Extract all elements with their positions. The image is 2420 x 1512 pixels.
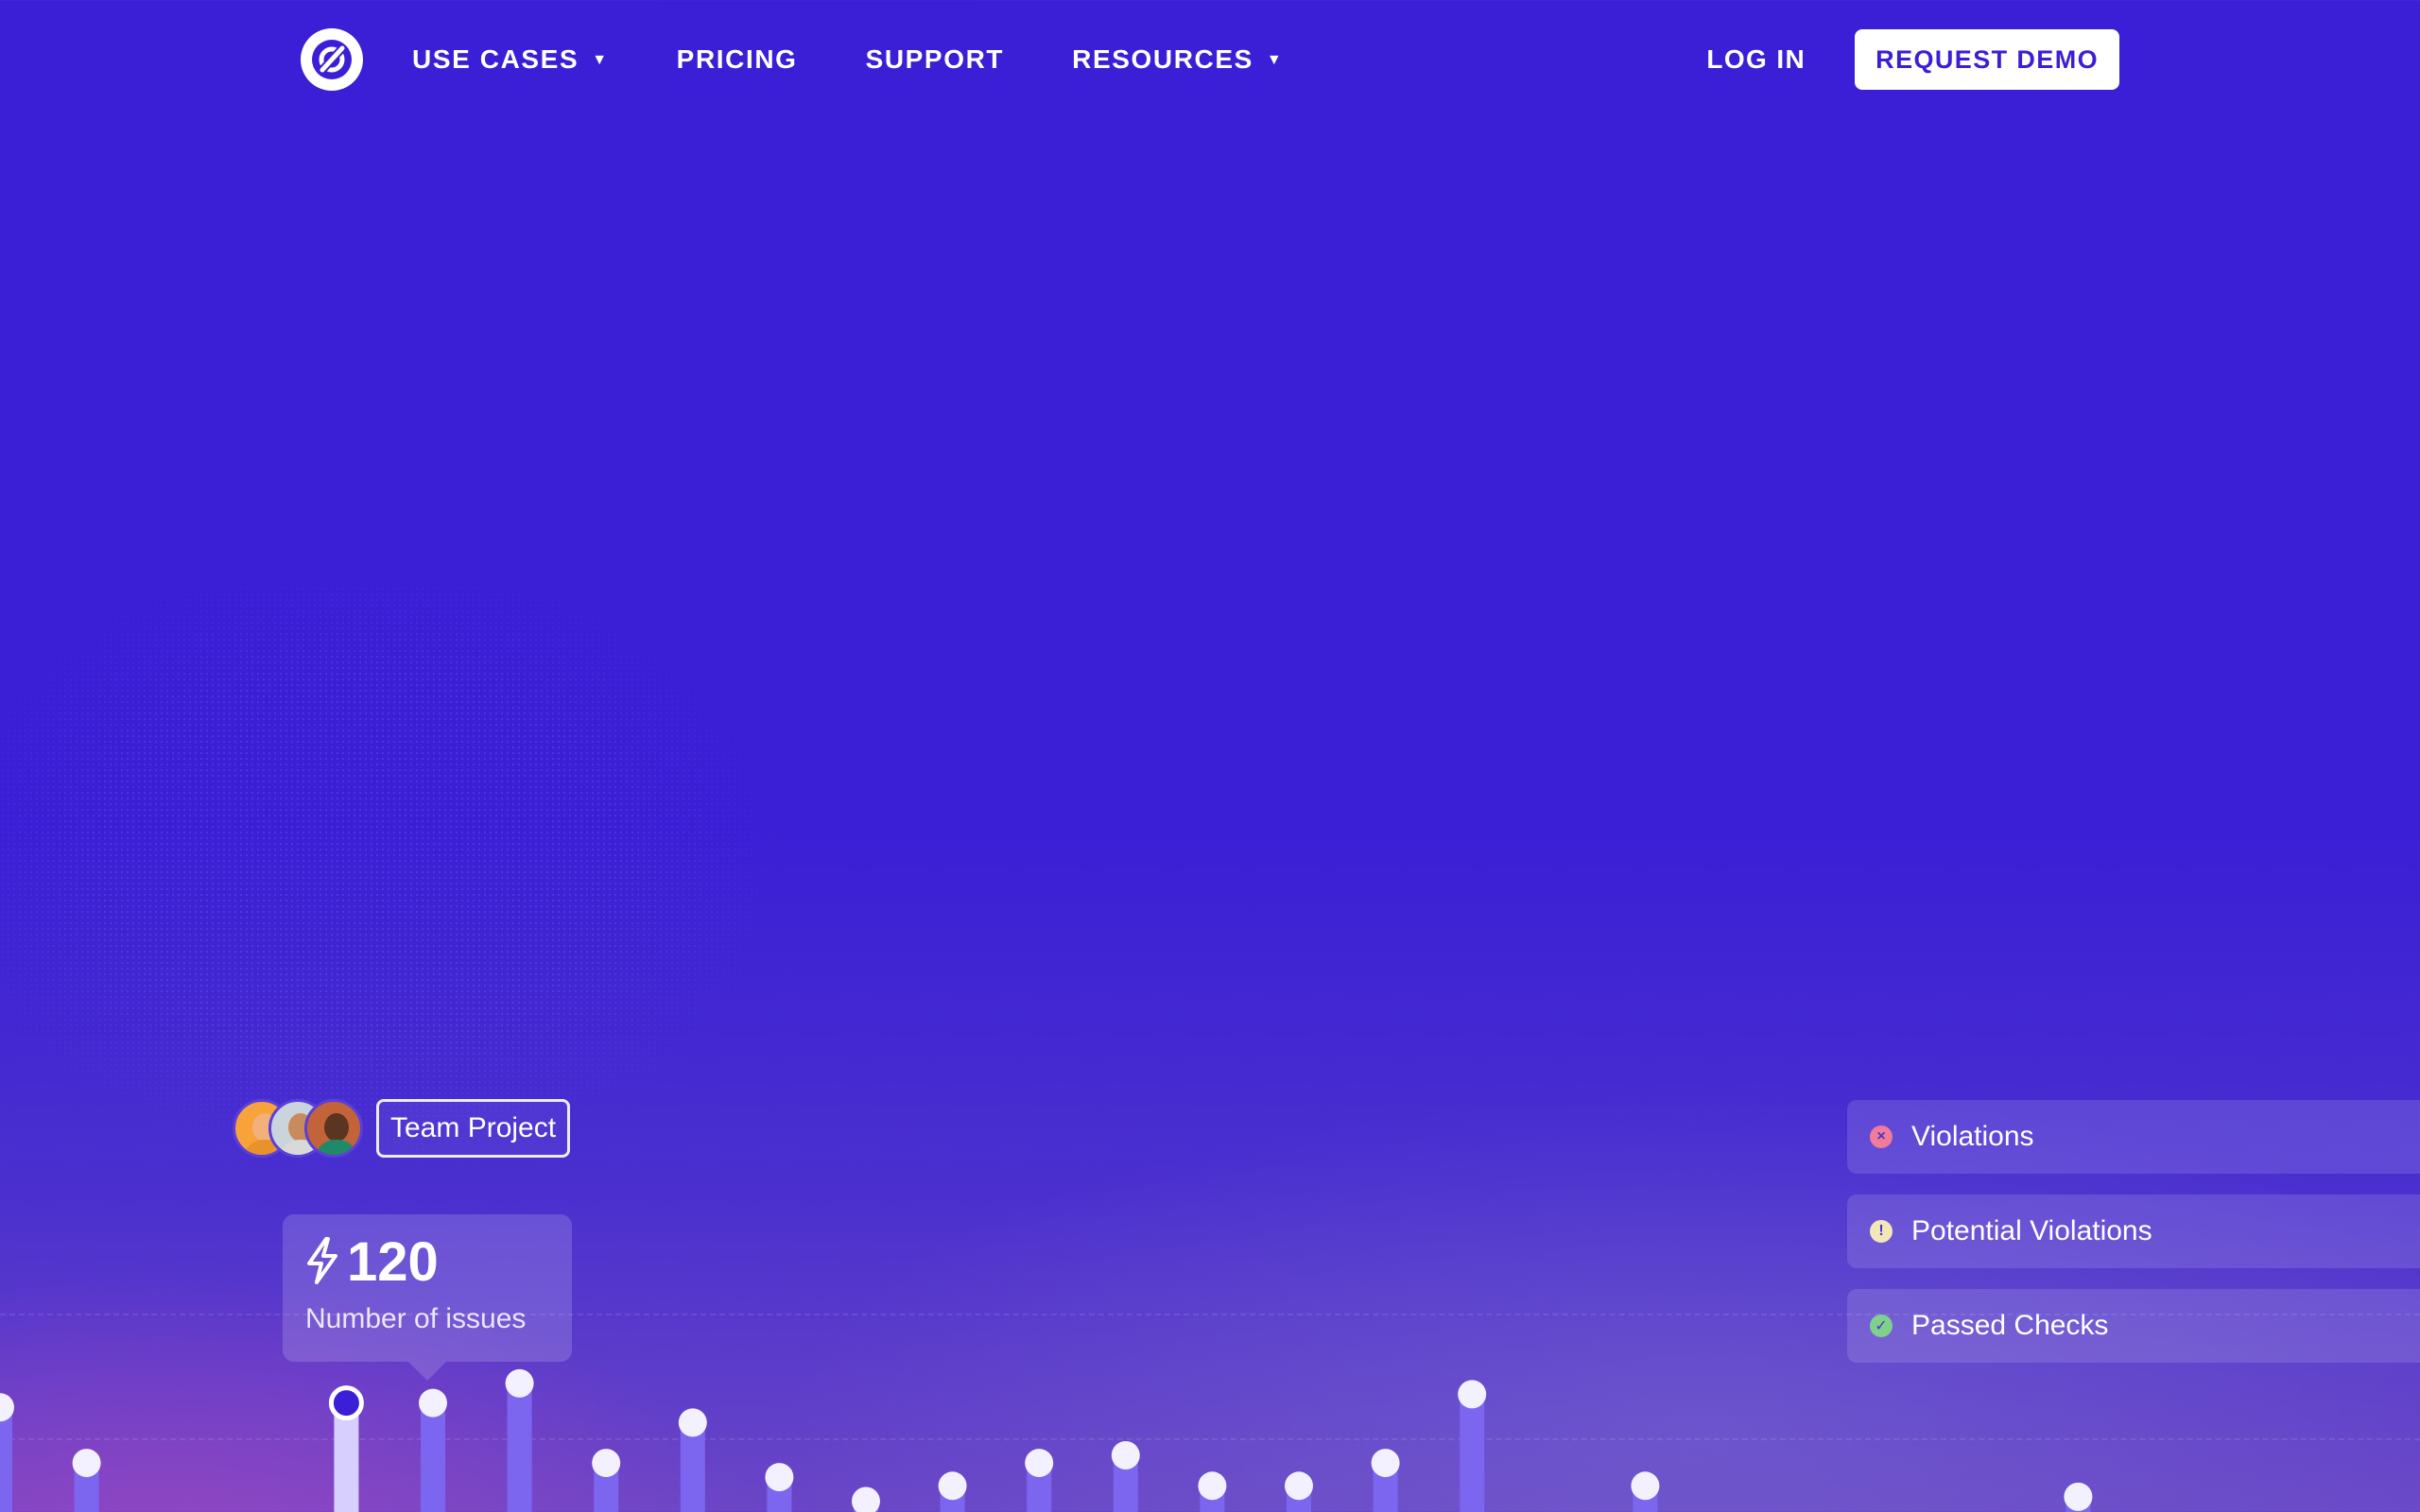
issues-tooltip: 120 Number of issues bbox=[283, 1214, 572, 1381]
top-navigation: USE CASES ▼ PRICING SUPPORT RESOURCES ▼ … bbox=[301, 28, 2119, 91]
issues-bar-chart bbox=[0, 1368, 2093, 1512]
chart-point[interactable] bbox=[678, 1408, 707, 1437]
chart-point[interactable] bbox=[1371, 1449, 1400, 1478]
chart-point[interactable] bbox=[1025, 1449, 1054, 1478]
nav-support-label: SUPPORT bbox=[865, 44, 1005, 74]
logo-icon[interactable] bbox=[301, 28, 363, 91]
chart-bar[interactable] bbox=[507, 1383, 532, 1512]
nav-pricing-label: PRICING bbox=[676, 44, 798, 74]
nav-resources[interactable]: RESOURCES ▼ bbox=[1072, 44, 1283, 75]
nav-use-cases-label: USE CASES bbox=[412, 44, 579, 74]
issues-count: 120 bbox=[347, 1231, 439, 1293]
nav-resources-label: RESOURCES bbox=[1072, 44, 1253, 74]
chart-point[interactable] bbox=[1631, 1471, 1660, 1501]
chart-point[interactable] bbox=[1458, 1380, 1487, 1409]
check-row-violations[interactable]: × Violations bbox=[1847, 1100, 2420, 1174]
check-row-potential-violations[interactable]: ! Potential Violations bbox=[1847, 1194, 2420, 1268]
x-circle-icon: × bbox=[1870, 1125, 1893, 1148]
checks-list: × Violations ! Potential Violations ✓ Pa… bbox=[1847, 1100, 2420, 1383]
chart-point[interactable] bbox=[1198, 1471, 1227, 1501]
check-label: Violations bbox=[1911, 1121, 2034, 1152]
chart-point[interactable] bbox=[2064, 1482, 2093, 1511]
check-label: Potential Violations bbox=[1911, 1215, 2152, 1246]
chart-point[interactable] bbox=[938, 1471, 967, 1501]
chart-point[interactable] bbox=[72, 1449, 101, 1478]
check-circle-icon: ✓ bbox=[1870, 1314, 1893, 1337]
chart-point-selected[interactable] bbox=[328, 1385, 364, 1421]
request-demo-button[interactable]: REQUEST DEMO bbox=[1855, 29, 2119, 90]
chart-point[interactable] bbox=[852, 1486, 880, 1512]
chart-bar[interactable] bbox=[1460, 1394, 1485, 1512]
nav-pricing[interactable]: PRICING bbox=[677, 44, 798, 75]
chart-bar[interactable] bbox=[0, 1407, 12, 1512]
bolt-icon bbox=[305, 1236, 339, 1289]
team-project-label[interactable]: Team Project bbox=[376, 1099, 571, 1158]
alert-circle-icon: ! bbox=[1870, 1220, 1893, 1243]
nav-support[interactable]: SUPPORT bbox=[866, 44, 1005, 75]
chart-point[interactable] bbox=[592, 1449, 621, 1478]
chart-point[interactable] bbox=[765, 1463, 794, 1492]
chart-bar[interactable] bbox=[421, 1402, 445, 1512]
check-row-passed-checks[interactable]: ✓ Passed Checks bbox=[1847, 1289, 2420, 1363]
check-label: Passed Checks bbox=[1911, 1310, 2109, 1341]
chart-point[interactable] bbox=[1111, 1441, 1140, 1469]
nav-use-cases[interactable]: USE CASES ▼ bbox=[412, 44, 609, 75]
team-project: Team Project bbox=[233, 1099, 571, 1158]
login-link[interactable]: LOG IN bbox=[1706, 44, 1806, 75]
chart-point[interactable] bbox=[419, 1388, 447, 1418]
chevron-down-icon: ▼ bbox=[1266, 52, 1284, 68]
chevron-down-icon: ▼ bbox=[592, 52, 609, 68]
avatar[interactable] bbox=[304, 1099, 363, 1158]
issues-label: Number of issues bbox=[305, 1303, 527, 1334]
chart-point[interactable] bbox=[505, 1368, 534, 1398]
background-texture bbox=[0, 586, 851, 1172]
chart-point[interactable] bbox=[1285, 1471, 1313, 1501]
